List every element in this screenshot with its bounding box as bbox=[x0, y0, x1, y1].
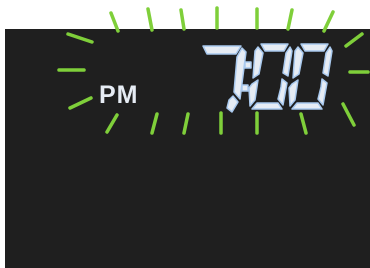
minute-digit-0-tens bbox=[248, 43, 293, 110]
hour-digit-7 bbox=[202, 45, 247, 113]
clock-screen: PM bbox=[0, 0, 370, 268]
time-digits bbox=[202, 43, 333, 113]
minute-digit-0-ones bbox=[288, 43, 333, 110]
